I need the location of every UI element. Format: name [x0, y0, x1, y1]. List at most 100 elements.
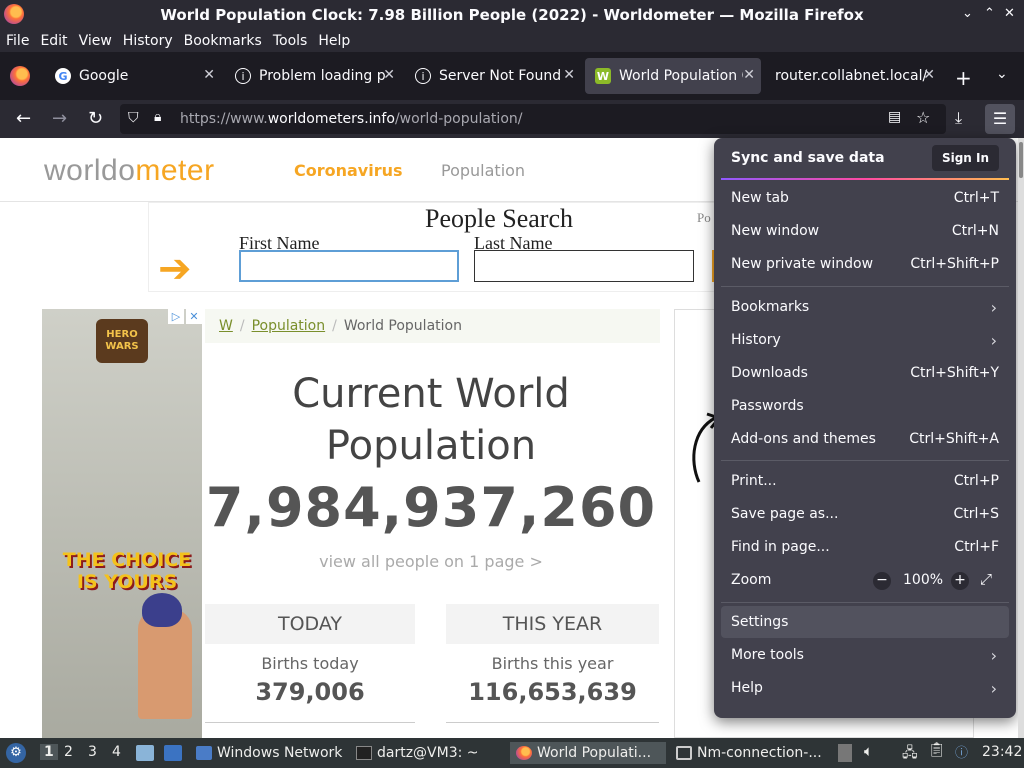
url-bar[interactable]: ⛉ 🔒︎ https://www. worldometers.info /wor…: [120, 104, 946, 134]
zoom-out-icon[interactable]: −: [873, 572, 891, 590]
breadcrumb-sep: /: [239, 318, 245, 334]
volume-icon[interactable]: 🔈︎: [864, 742, 873, 760]
menu-tools[interactable]: Tools: [273, 33, 308, 49]
sign-in-button[interactable]: Sign In: [932, 145, 999, 171]
menu-item-downloads[interactable]: Downloads Ctrl+Shift+Y: [721, 357, 1009, 389]
menu-item-find[interactable]: Find in page... Ctrl+F: [721, 531, 1009, 563]
menu-file[interactable]: File: [6, 33, 29, 49]
menu-item-more-tools[interactable]: More tools ›: [721, 639, 1009, 671]
google-favicon-icon: G: [55, 68, 71, 84]
logo-text-a: worldo: [44, 154, 136, 187]
taskbar-terminal[interactable]: dartz@VM3: ~: [356, 742, 479, 764]
item-label: Print...: [731, 473, 777, 489]
list-all-tabs-chevron-icon[interactable]: ⌄: [996, 66, 1008, 82]
item-label: Bookmarks: [731, 299, 810, 315]
maximize-button[interactable]: ⌃: [984, 6, 995, 21]
nav-population[interactable]: Population: [441, 161, 525, 180]
item-label: New tab: [731, 190, 789, 206]
menu-history[interactable]: History: [123, 33, 173, 49]
network-tray-icon[interactable]: 🖧: [902, 742, 918, 766]
close-tab-icon[interactable]: ✕: [563, 67, 575, 83]
menu-item-passwords[interactable]: Passwords: [721, 390, 1009, 422]
item-shortcut: Ctrl+Shift+P: [910, 256, 999, 272]
tab-world-population[interactable]: W World Population C ✕: [585, 58, 761, 94]
menu-edit[interactable]: Edit: [40, 33, 67, 49]
menu-help[interactable]: Help: [318, 33, 350, 49]
chevron-right-icon: ›: [990, 678, 997, 698]
url-path: /world-population/: [394, 111, 523, 127]
show-desktop-icon[interactable]: [136, 745, 154, 761]
view-all-link[interactable]: view all people on 1 page >: [205, 552, 657, 571]
tracking-shield-icon[interactable]: ⛉: [128, 110, 139, 126]
notification-icon[interactable]: ⓘ: [955, 742, 968, 761]
first-name-input[interactable]: [239, 250, 459, 282]
menu-item-bookmarks[interactable]: Bookmarks ›: [721, 291, 1009, 323]
tab-server-not-found[interactable]: i Server Not Found ✕: [405, 58, 581, 94]
zoom-in-icon[interactable]: +: [951, 572, 969, 590]
advertisement[interactable]: HERO WARS ▷ ✕ THE CHOICE IS YOURS: [42, 309, 202, 738]
menu-item-new-window[interactable]: New window Ctrl+N: [721, 215, 1009, 247]
reload-icon[interactable]: ↻: [88, 108, 103, 129]
clipboard-icon[interactable]: 📋︎: [928, 742, 946, 758]
nav-coronavirus[interactable]: Coronavirus: [294, 161, 403, 180]
close-tab-icon[interactable]: ✕: [923, 67, 935, 83]
hamburger-menu-icon[interactable]: ☰: [985, 104, 1015, 134]
lock-icon[interactable]: 🔒︎: [154, 109, 161, 125]
menu-item-new-tab[interactable]: New tab Ctrl+T: [721, 182, 1009, 214]
item-shortcut: Ctrl+Shift+A: [909, 431, 999, 447]
taskbar-firefox[interactable]: World Populati...: [510, 742, 666, 764]
workspace-1[interactable]: 1: [40, 744, 58, 760]
close-window-button[interactable]: ✕: [1004, 6, 1015, 21]
menu-item-print[interactable]: Print... Ctrl+P: [721, 465, 1009, 497]
ad-close-icon[interactable]: ✕: [186, 309, 202, 324]
menu-bookmarks[interactable]: Bookmarks: [184, 33, 262, 49]
chevron-right-icon: ›: [990, 330, 997, 350]
menu-item-addons[interactable]: Add-ons and themes Ctrl+Shift+A: [721, 423, 1009, 455]
close-tab-icon[interactable]: ✕: [203, 67, 215, 83]
downloads-icon[interactable]: ⤓: [955, 108, 962, 128]
workspace-4[interactable]: 4: [112, 744, 121, 760]
close-tab-icon[interactable]: ✕: [383, 67, 395, 83]
tab-problem-loading[interactable]: i Problem loading p ✕: [225, 58, 401, 94]
close-tab-icon[interactable]: ✕: [743, 67, 755, 83]
fullscreen-icon[interactable]: ⤢: [980, 570, 992, 588]
file-manager-icon[interactable]: [164, 745, 182, 761]
back-arrow-icon[interactable]: ←: [16, 108, 31, 129]
menu-item-history[interactable]: History ›: [721, 324, 1009, 356]
worldometer-logo[interactable]: worldometer: [44, 154, 215, 188]
clock[interactable]: 23:42: [982, 744, 1022, 760]
taskbar-nm-connection[interactable]: Nm-connection-...: [676, 742, 822, 764]
page-scrollbar[interactable]: [1018, 138, 1024, 738]
ad-choices-icon[interactable]: ▷: [168, 309, 184, 324]
start-menu-icon[interactable]: ⚙: [6, 743, 26, 763]
breadcrumb-home-link[interactable]: W: [219, 318, 233, 334]
workspace-3[interactable]: 3: [88, 744, 97, 760]
bookmark-star-icon[interactable]: ☆: [916, 108, 930, 127]
window-title: World Population Clock: 7.98 Billion Peo…: [160, 6, 864, 24]
firefox-view-icon[interactable]: [10, 66, 30, 86]
taskbar-windows-network[interactable]: Windows Network: [196, 742, 342, 764]
menu-item-save-page[interactable]: Save page as... Ctrl+S: [721, 498, 1009, 530]
tab-google[interactable]: G Google ✕: [45, 58, 221, 94]
menu-item-help[interactable]: Help ›: [721, 672, 1009, 704]
zoom-level[interactable]: 100%: [903, 572, 943, 588]
menu-item-new-private-window[interactable]: New private window Ctrl+Shift+P: [721, 248, 1009, 280]
reader-view-icon[interactable]: ▤: [888, 109, 901, 125]
item-label: Find in page...: [731, 539, 830, 555]
taskbar-item-label: Windows Network: [217, 745, 343, 761]
last-name-input[interactable]: [474, 250, 694, 282]
hero-wars-logo: HERO WARS: [96, 319, 148, 363]
item-shortcut: Ctrl+P: [953, 473, 999, 489]
item-shortcut: Ctrl+S: [953, 506, 999, 522]
workspace-2[interactable]: 2: [64, 744, 73, 760]
minimize-button[interactable]: ⌄: [962, 6, 973, 21]
taskbar-item-label: Nm-connection-...: [697, 745, 822, 761]
scrollbar-thumb[interactable]: [1019, 142, 1023, 178]
new-tab-plus-icon[interactable]: +: [955, 66, 972, 90]
breadcrumb-population-link[interactable]: Population: [252, 318, 326, 334]
sync-title[interactable]: Sync and save data: [731, 150, 885, 166]
menu-item-settings[interactable]: Settings: [721, 606, 1009, 638]
forward-arrow-icon[interactable]: →: [52, 108, 67, 129]
menu-view[interactable]: View: [79, 33, 112, 49]
tab-router[interactable]: router.collabnet.local/ ✕: [765, 58, 941, 94]
